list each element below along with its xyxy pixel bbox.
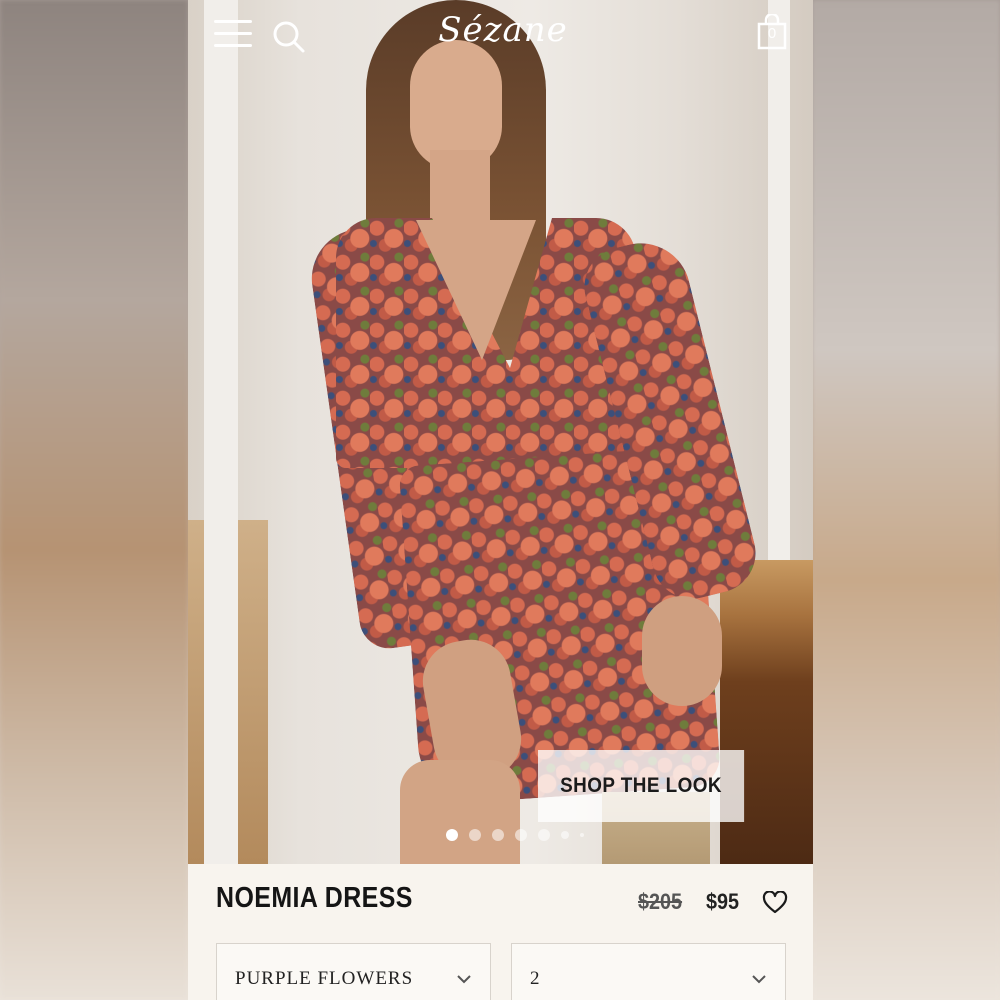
bag-count-badge: 0 [767, 25, 777, 42]
model-hand-right [642, 596, 722, 706]
model-leg [400, 760, 520, 864]
color-select[interactable]: PURPLE FLOWERS [216, 943, 491, 1000]
heart-icon[interactable] [762, 891, 788, 915]
carousel-dot[interactable] [538, 829, 550, 841]
carousel-pagination [446, 828, 584, 842]
blurred-background-left [0, 0, 188, 1000]
original-price: $205 [638, 889, 683, 914]
chevron-down-icon [752, 975, 766, 984]
sale-price: $95 [706, 889, 740, 914]
hamburger-menu-icon[interactable] [214, 18, 252, 50]
blurred-background-right [812, 0, 1000, 1000]
brand-logo[interactable]: Sézane [418, 4, 588, 56]
carousel-dot[interactable] [492, 829, 504, 841]
chevron-down-icon [457, 975, 471, 984]
product-image-carousel[interactable]: Sézane 0 SHOP THE LOOK [188, 0, 813, 864]
shopping-bag-icon[interactable]: 0 [756, 12, 788, 50]
shop-the-look-button[interactable]: SHOP THE LOOK [538, 750, 745, 822]
carousel-dot[interactable] [561, 831, 569, 839]
carousel-dot[interactable] [446, 829, 458, 841]
product-title: NOEMIA DRESS [216, 882, 413, 914]
color-select-value: PURPLE FLOWERS [235, 968, 414, 989]
carousel-dot[interactable] [515, 829, 527, 841]
search-icon[interactable] [272, 20, 306, 54]
carousel-dot[interactable] [469, 829, 481, 841]
size-select[interactable]: 2 [511, 943, 786, 1000]
size-select-value: 2 [530, 968, 541, 989]
background-door-frame [204, 0, 238, 864]
carousel-dot[interactable] [580, 833, 584, 837]
product-page: Sézane 0 SHOP THE LOOK NOEMIA DRESS $205… [188, 0, 813, 1000]
